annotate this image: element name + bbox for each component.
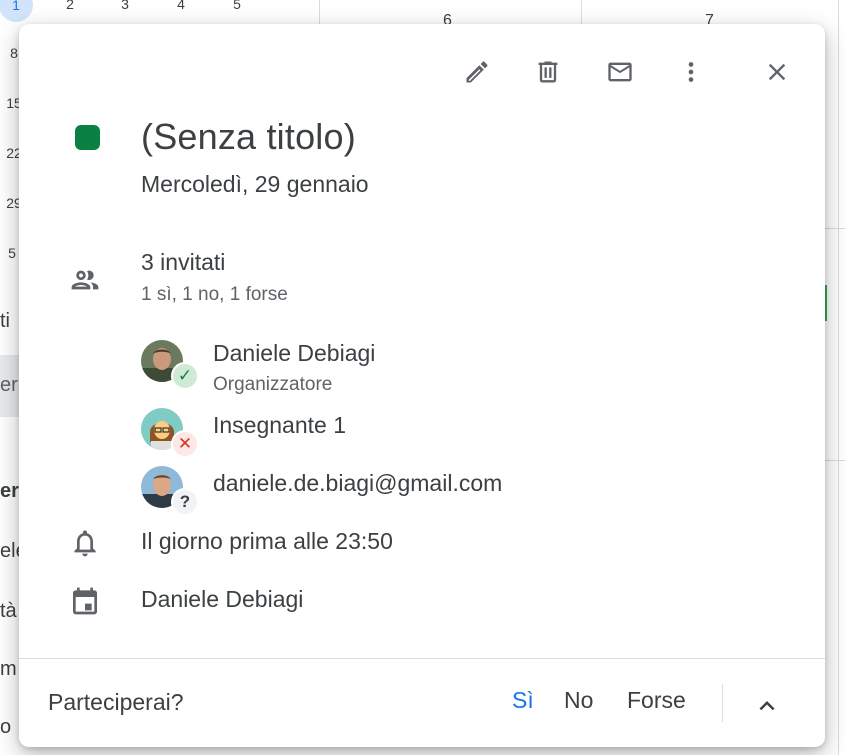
more-options-button[interactable] [671, 52, 711, 92]
guest-name: Daniele Debiagi [213, 340, 376, 366]
mini-calendar-today[interactable]: 1 [0, 0, 33, 22]
event-color-swatch [75, 125, 100, 150]
mini-calendar-day[interactable]: 5 [225, 0, 249, 12]
footer-divider [19, 658, 825, 659]
guests-rsvp-summary: 1 sì, 1 no, 1 forse [141, 284, 288, 305]
guests-icon [67, 262, 103, 298]
delete-icon [538, 61, 558, 83]
mini-calendar-day[interactable]: 4 [169, 0, 193, 12]
sidebar-fragment: ti [0, 310, 10, 332]
grid-line [825, 460, 845, 461]
close-button[interactable] [757, 52, 797, 92]
sidebar-fragment: er [0, 480, 19, 502]
email-icon [608, 62, 632, 82]
bell-icon [67, 525, 103, 561]
guest-item[interactable]: ✕ Insegnante 1 [141, 408, 461, 458]
guest-role: Organizzatore [213, 374, 333, 395]
guests-count: 3 invitati [141, 249, 226, 275]
sidebar-fragment: tà [0, 600, 17, 622]
event-details-dialog: (Senza titolo) Mercoledì, 29 gennaio 3 i… [19, 24, 825, 747]
reminder-text: Il giorno prima alle 23:50 [141, 528, 393, 554]
maybe-status-icon: ? [171, 488, 199, 516]
delete-button[interactable] [528, 52, 568, 92]
rsvp-no-button[interactable]: No [564, 687, 593, 714]
chevron-up-icon [759, 701, 775, 711]
edit-button[interactable] [457, 52, 497, 92]
expand-button[interactable] [747, 686, 787, 726]
close-icon [768, 63, 786, 81]
guest-item[interactable]: ✓ Daniele Debiagi Organizzatore [141, 340, 461, 395]
edit-icon [466, 61, 488, 83]
declined-status-icon: ✕ [171, 430, 199, 458]
accepted-status-icon: ✓ [171, 362, 199, 390]
email-guests-button[interactable] [600, 52, 640, 92]
sidebar-fragment: o [0, 716, 12, 738]
event-date: Mercoledì, 29 gennaio [141, 171, 369, 197]
guest-item[interactable]: ? daniele.de.biagi@gmail.com [141, 466, 561, 516]
guest-email: daniele.de.biagi@gmail.com [213, 470, 503, 496]
mini-calendar-day[interactable]: 3 [113, 0, 137, 12]
footer-separator [722, 684, 723, 722]
calendar-icon [67, 583, 103, 619]
grid-line [825, 228, 845, 229]
sidebar-fragment: er [0, 374, 18, 396]
sidebar-fragment: m [0, 658, 17, 680]
rsvp-question: Parteciperai? [48, 689, 184, 715]
rsvp-maybe-button[interactable]: Forse [627, 687, 686, 714]
mini-calendar-day[interactable]: 2 [58, 0, 82, 12]
more-vert-icon [688, 62, 694, 82]
event-title: (Senza titolo) [141, 116, 356, 157]
guest-name: Insegnante 1 [213, 412, 347, 438]
grid-line [838, 0, 839, 755]
calendar-owner: Daniele Debiagi [141, 586, 304, 612]
rsvp-yes-button[interactable]: Sì [512, 687, 534, 714]
